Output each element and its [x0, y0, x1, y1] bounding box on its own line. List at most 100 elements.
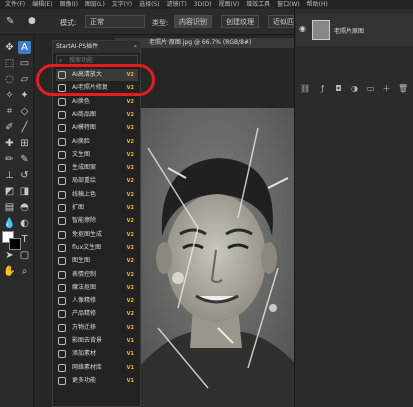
pencil-tool-icon[interactable]: ✎: [18, 153, 31, 166]
plugin-feature-item[interactable]: 魔法抠图 V2: [56, 282, 138, 294]
collapse-icon[interactable]: «: [133, 41, 137, 53]
hand-tool-icon[interactable]: ✋: [3, 265, 16, 278]
menu-image[interactable]: 图像(I): [59, 1, 77, 8]
quick-select-icon[interactable]: ✧: [3, 89, 16, 102]
plugin-feature-item[interactable]: 表情控制 V2: [56, 269, 138, 281]
fx-icon[interactable]: ƒ: [318, 84, 327, 93]
version-badge: V2: [126, 311, 134, 318]
plugin-feature-item[interactable]: 网络素材库 V1: [56, 362, 138, 374]
blur-tool-icon[interactable]: 💧: [3, 217, 16, 230]
menu-select[interactable]: 选择(S): [139, 1, 160, 8]
plugin-feature-item[interactable]: 影图去背景 V1: [56, 335, 138, 347]
version-badge: V2: [126, 151, 134, 158]
content-aware-button[interactable]: 内容识别: [174, 15, 212, 28]
plugin-feature-item[interactable]: 文生图 V2: [56, 149, 138, 161]
plugin-feature-item[interactable]: 人像精修 V2: [56, 295, 138, 307]
patch-tool-icon[interactable]: ⊞: [18, 137, 31, 150]
feature-icon: [58, 310, 66, 319]
paint-bucket-icon[interactable]: ◓: [18, 201, 31, 214]
plugin-feature-item[interactable]: flux文生图 V2: [56, 242, 138, 254]
plugin-feature-item[interactable]: AI换脸 V2: [56, 136, 138, 148]
approx-match-button[interactable]: 近似匹配: [268, 15, 294, 28]
shape-tool-icon[interactable]: ▢: [18, 249, 31, 262]
mode-select[interactable]: 正常: [85, 15, 145, 28]
menu-3d[interactable]: 3D(D): [194, 1, 212, 8]
feature-icon: [58, 190, 66, 199]
type-label: 类型:: [152, 19, 169, 27]
dodge-tool-icon[interactable]: ◐: [18, 217, 31, 230]
menu-plugins[interactable]: 增效工具: [246, 1, 270, 8]
plugin-feature-item[interactable]: AI换色 V2: [56, 96, 138, 108]
plugin-feature-item[interactable]: AI模特图 V2: [56, 122, 138, 134]
gradient-tool-icon[interactable]: ▤: [3, 201, 16, 214]
document-tab[interactable]: 老照片·原图.jpg @ 66.7% (RGB/8#): [115, 38, 295, 48]
stamp-tool-icon[interactable]: ⊥: [3, 169, 16, 182]
feature-icon: [58, 363, 66, 372]
menu-file[interactable]: 文件(F): [5, 1, 25, 8]
layer-row[interactable]: ◉ 老照片原图: [296, 14, 413, 46]
version-badge: V2: [126, 298, 134, 305]
eyedropper-icon[interactable]: ✐: [3, 121, 16, 134]
marquee-tool-icon[interactable]: ⬚: [3, 57, 16, 70]
visibility-eye-icon[interactable]: ◉: [299, 24, 306, 33]
ruler-icon[interactable]: ╱: [18, 121, 31, 134]
menu-view[interactable]: 视图(V): [218, 1, 239, 8]
plugin-feature-item[interactable]: 产品精修 V2: [56, 308, 138, 320]
healing-tool-icon[interactable]: ✚: [3, 137, 16, 150]
plugin-feature-item[interactable]: 更多功能 V1: [56, 375, 138, 387]
feature-icon: [58, 323, 66, 332]
plugin-feature-item[interactable]: 添加素材 V1: [56, 348, 138, 360]
brush-tool-icon[interactable]: ✏: [3, 153, 16, 166]
menu-help[interactable]: 帮助(H): [307, 1, 328, 8]
plugin-feature-item[interactable]: 扩图 V2: [56, 202, 138, 214]
plugin-feature-item[interactable]: 智能擦除 V2: [56, 215, 138, 227]
path-select-icon[interactable]: ➤: [3, 249, 16, 262]
artboard-icon[interactable]: ▭: [18, 57, 31, 70]
history-brush-icon[interactable]: ↺: [18, 169, 31, 182]
background-color-swatch[interactable]: [9, 238, 21, 250]
create-texture-label: 创建纹理: [226, 18, 254, 26]
plugin-feature-item[interactable]: AI商品图 V2: [56, 109, 138, 121]
feature-label: 表情控制: [72, 270, 97, 278]
mask-icon[interactable]: ◘: [334, 84, 343, 93]
healing-brush-icon[interactable]: ✎: [6, 16, 14, 27]
menu-edit[interactable]: 编辑(E): [32, 1, 52, 8]
feature-label: 魔法抠图: [72, 283, 97, 291]
group-folder-icon[interactable]: ▭: [366, 84, 375, 93]
plugin-feature-item[interactable]: 生成图案 V2: [56, 162, 138, 174]
polygon-lasso-icon[interactable]: ▱: [18, 73, 31, 86]
plugin-feature-item[interactable]: 万物迁移 V2: [56, 322, 138, 334]
lasso-tool-icon[interactable]: ◌: [3, 73, 16, 86]
bg-eraser-icon[interactable]: ◨: [18, 185, 31, 198]
version-badge: V2: [126, 98, 134, 105]
zoom-tool-icon[interactable]: ⌕: [18, 265, 31, 278]
link-layers-icon[interactable]: ⛓: [300, 84, 310, 93]
plugin-feature-item[interactable]: 线稿上色 V2: [56, 189, 138, 201]
menu-layer[interactable]: 图层(L): [85, 1, 105, 8]
ai-plugin-icon[interactable]: A: [18, 41, 31, 54]
create-texture-button[interactable]: 创建纹理: [221, 15, 259, 28]
move-tool-icon[interactable]: ✥: [3, 41, 16, 54]
version-badge: V2: [126, 218, 134, 225]
feature-label: AI商品图: [72, 110, 96, 118]
eraser-tool-icon[interactable]: ◩: [3, 185, 16, 198]
feature-label: flux文生图: [72, 243, 102, 251]
mode-label: 模式:: [60, 19, 77, 27]
approx-match-label: 近似匹配: [273, 18, 294, 26]
version-badge: V2: [126, 244, 134, 251]
feature-label: 更多功能: [72, 376, 97, 384]
plugin-feature-item[interactable]: 免抠图生成 V2: [56, 229, 138, 241]
plugin-feature-item[interactable]: 局部重绘 V2: [56, 175, 138, 187]
feature-icon: [58, 97, 66, 106]
new-layer-icon[interactable]: ＋: [382, 84, 391, 93]
magic-wand-icon[interactable]: ✦: [18, 89, 31, 102]
menu-window[interactable]: 窗口(W): [277, 1, 300, 8]
adjustment-icon[interactable]: ◑: [350, 84, 359, 93]
trash-icon[interactable]: 🗑: [398, 84, 408, 93]
slice-tool-icon[interactable]: ◇: [18, 105, 31, 118]
menu-type[interactable]: 文字(Y): [112, 1, 132, 8]
brush-preset-icon[interactable]: ●: [28, 16, 36, 26]
plugin-feature-item[interactable]: 图生图 V2: [56, 255, 138, 267]
crop-tool-icon[interactable]: ⌗: [3, 105, 16, 118]
menu-filter[interactable]: 滤镜(T): [167, 1, 187, 8]
